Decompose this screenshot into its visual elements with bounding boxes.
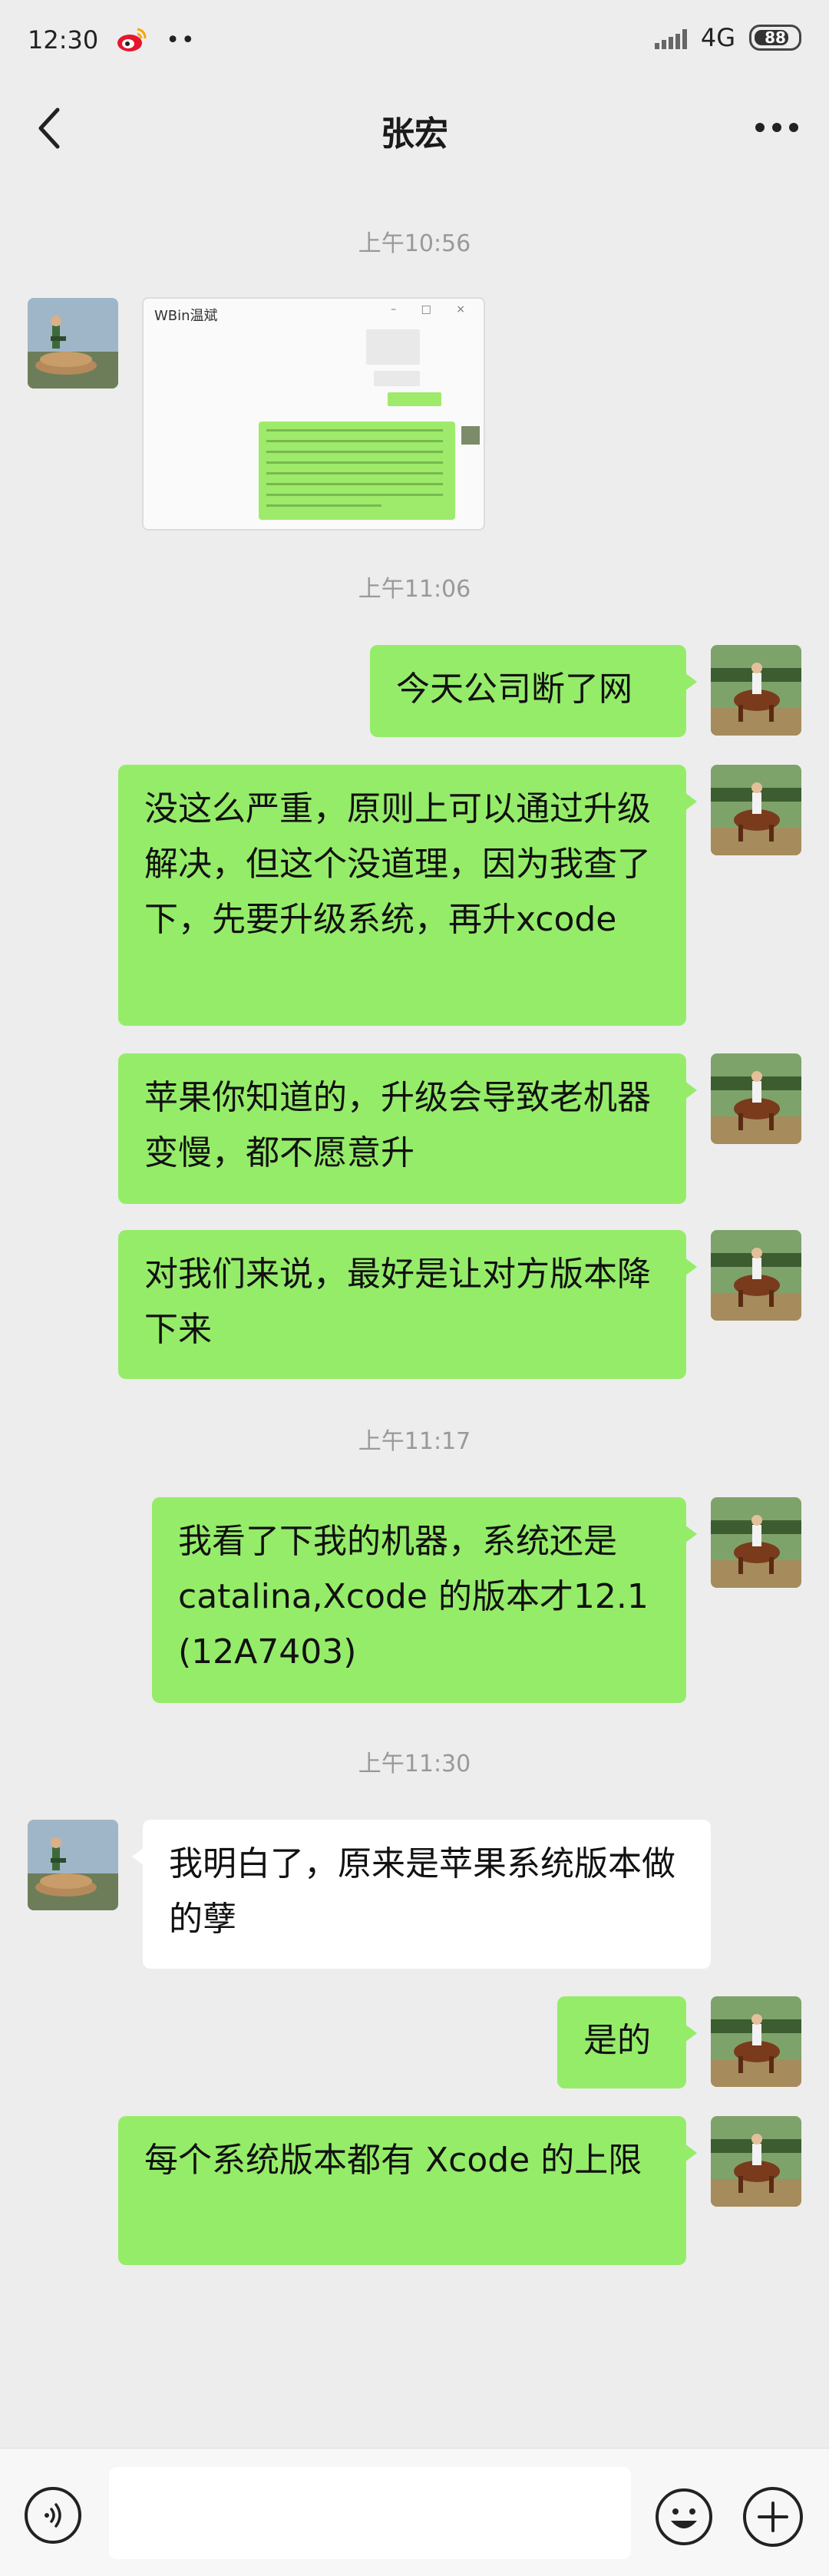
image-green-block: [388, 392, 441, 406]
battery-level: 88: [765, 28, 786, 47]
more-button[interactable]: [746, 103, 808, 152]
window-controls-icon: – □ ×: [391, 303, 476, 316]
voice-button[interactable]: [25, 2487, 81, 2544]
notification-dots: ••: [166, 26, 197, 54]
my-avatar[interactable]: [711, 2116, 801, 2207]
message-input[interactable]: [109, 2467, 631, 2559]
signal-icon: [654, 26, 687, 49]
battery-icon: 88: [749, 25, 801, 51]
message-bubble-sent[interactable]: 是的: [557, 1996, 697, 2088]
image-message[interactable]: WBin温斌 – □ ×: [142, 297, 485, 531]
message-bubble-sent[interactable]: 对我们来说，最好是让对方版本降下来: [118, 1230, 697, 1379]
network-type: 4G: [700, 23, 735, 52]
image-avatar-thumb: [461, 426, 480, 445]
timestamp: 上午11:17: [358, 1428, 471, 1455]
message-text: 每个系统版本都有 Xcode 的上限: [144, 2141, 642, 2180]
message-bubble-sent[interactable]: 苹果你知道的，升级会导致老机器变慢，都不愿意升: [118, 1053, 697, 1204]
chat-title: 张宏: [381, 114, 448, 154]
status-time: 12:30: [28, 25, 99, 55]
message-bubble-received[interactable]: 我明白了，原来是苹果系统版本做的孽: [132, 1820, 711, 1969]
timestamp: 上午10:56: [358, 230, 471, 257]
timestamp: 上午11:30: [358, 1751, 471, 1777]
message-bubble-sent[interactable]: 没这么严重，原则上可以通过升级解决，但这个没道理，因为我查了下，先要升级系统，再…: [118, 765, 697, 1026]
message-text: 没这么严重，原则上可以通过升级解决，但这个没道理，因为我查了下，先要升级系统，再…: [144, 789, 651, 939]
message-text: 是的: [583, 2021, 651, 2060]
contact-avatar[interactable]: [28, 1820, 118, 1910]
my-avatar[interactable]: [711, 1497, 801, 1588]
nav-bar: 张宏: [0, 77, 829, 184]
message-text: 我明白了，原来是苹果系统版本做的孽: [169, 1844, 675, 1939]
status-right: 4G 88: [654, 23, 801, 52]
image-window-title: WBin温斌: [154, 308, 218, 324]
my-avatar[interactable]: [711, 765, 801, 855]
more-dots-icon: [755, 123, 798, 132]
message-text: 对我们来说，最好是让对方版本降下来: [144, 1255, 651, 1349]
emoji-button[interactable]: [654, 2487, 714, 2547]
message-text: 我看了下我的机器，系统还是catalina,Xcode 的版本才12.1 (12…: [178, 1522, 649, 1672]
message-bubble-sent[interactable]: 每个系统版本都有 Xcode 的上限: [118, 2116, 697, 2265]
message-text: 今天公司断了网: [396, 670, 632, 709]
voice-icon: [45, 2503, 61, 2528]
emoji-icon: [656, 2488, 712, 2545]
my-avatar[interactable]: [711, 1230, 801, 1321]
message-bubble-sent[interactable]: 我看了下我的机器，系统还是catalina,Xcode 的版本才12.1 (12…: [152, 1497, 697, 1703]
my-avatar[interactable]: [711, 645, 801, 736]
image-grey-block: [374, 371, 420, 386]
weibo-icon: [115, 23, 149, 57]
image-grey-block: [366, 329, 420, 365]
plus-button[interactable]: [743, 2487, 803, 2547]
plus-icon: [758, 2502, 788, 2532]
input-bar: [0, 2448, 829, 2576]
image-green-text: [259, 422, 455, 520]
status-bar: 12:30 •• 4G 88: [0, 0, 829, 77]
message-text: 苹果你知道的，升级会导致老机器变慢，都不愿意升: [144, 1078, 651, 1172]
timestamp: 上午11:06: [358, 576, 471, 603]
status-left: 12:30 ••: [28, 23, 197, 57]
message-bubble-sent[interactable]: 今天公司断了网: [370, 645, 697, 737]
contact-avatar[interactable]: [28, 298, 118, 389]
my-avatar[interactable]: [711, 1996, 801, 2087]
my-avatar[interactable]: [711, 1053, 801, 1144]
